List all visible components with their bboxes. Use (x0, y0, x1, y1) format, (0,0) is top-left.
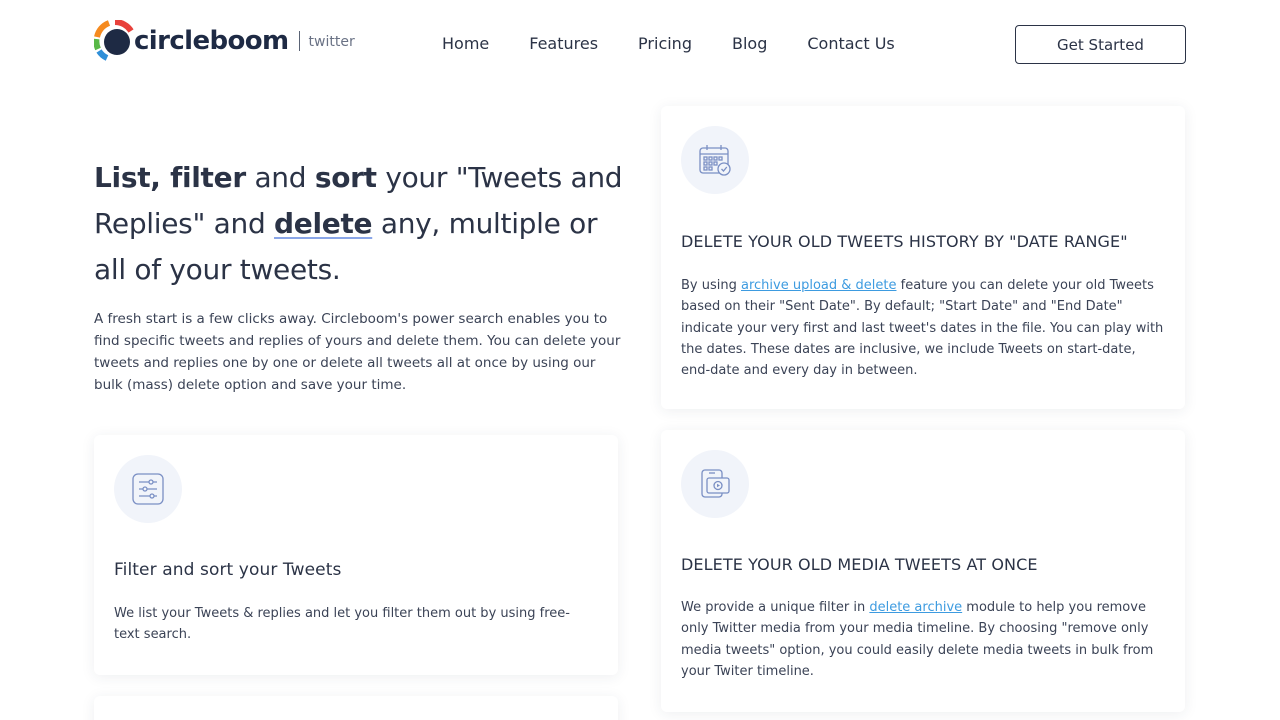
media-device-icon (681, 450, 749, 518)
feature-card-date-range: DELETE YOUR OLD TWEETS HISTORY BY "DATE … (661, 106, 1185, 409)
logo-wordmark: circleboom (134, 26, 289, 56)
hero-title-part: sort (314, 161, 377, 194)
card-description: We list your Tweets & replies and let yo… (114, 606, 570, 643)
card-description: By using archive upload & delete feature… (681, 275, 1167, 381)
logo-divider (298, 31, 300, 51)
card-title: DELETE YOUR OLD MEDIA TWEETS AT ONCE (681, 555, 1038, 574)
main-nav: Home Features Pricing Blog Contact Us (442, 34, 895, 54)
hero-title-part: List, filter (94, 161, 246, 194)
hero-title-delete-emphasis: delete (274, 207, 373, 240)
hero-title: List, filter and sort your "Tweets and R… (94, 155, 634, 293)
nav-features[interactable]: Features (529, 34, 598, 54)
circleboom-logo-icon (94, 20, 134, 61)
hero-title-part: and (245, 161, 315, 194)
nav-pricing[interactable]: Pricing (638, 34, 692, 54)
nav-contact-us[interactable]: Contact Us (807, 34, 894, 54)
nav-home[interactable]: Home (442, 34, 489, 54)
hero-description: A fresh start is a few clicks away. Circ… (94, 311, 621, 393)
card-text-part: By using (681, 278, 741, 293)
card-description: We provide a unique filter in delete arc… (681, 597, 1169, 682)
feature-card-media: DELETE YOUR OLD MEDIA TWEETS AT ONCE We … (661, 430, 1185, 712)
card-text-part: We provide a unique filter in (681, 600, 870, 615)
feature-card-partial (94, 696, 618, 720)
calendar-check-icon (681, 126, 749, 194)
card-title: Filter and sort your Tweets (114, 560, 342, 580)
nav-blog[interactable]: Blog (732, 34, 767, 54)
archive-upload-delete-link[interactable]: archive upload & delete (741, 278, 896, 293)
circleboom-logo[interactable]: circleboom twitter (94, 20, 355, 62)
feature-card-filter: Filter and sort your Tweets We list your… (94, 435, 618, 675)
filter-sliders-icon (114, 455, 182, 523)
logo-subtitle: twitter (308, 34, 355, 50)
card-text-part: feature you can delete your old Tweets b… (681, 278, 1164, 379)
get-started-button[interactable]: Get Started (1015, 25, 1186, 64)
delete-archive-link[interactable]: delete archive (869, 600, 962, 615)
site-header: circleboom twitter Home Features Pricing… (0, 0, 1280, 88)
card-title: DELETE YOUR OLD TWEETS HISTORY BY "DATE … (681, 232, 1128, 251)
